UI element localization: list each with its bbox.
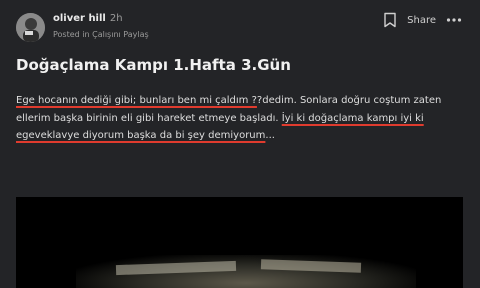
author-line: oliver hill 2h — [53, 13, 123, 24]
post-media-image[interactable] — [16, 197, 463, 288]
post-actions: Share — [383, 12, 462, 28]
body-underlined-1: Ege hocanın dediği gibi; bunları ben mi … — [16, 95, 257, 106]
author-name[interactable]: oliver hill — [53, 13, 106, 24]
body-ellipsis[interactable]: ... — [265, 130, 275, 141]
more-horizontal-icon[interactable] — [446, 17, 462, 23]
post-time: 2h — [109, 13, 123, 24]
avatar[interactable] — [16, 13, 45, 42]
bookmark-icon[interactable] — [383, 12, 397, 28]
post-title: Doğaçlama Kampı 1.Hafta 3.Gün — [16, 56, 291, 74]
post-body: Ege hocanın dediği gibi; bunları ben mi … — [16, 92, 468, 145]
posted-in[interactable]: Posted in Çalışını Paylaş — [53, 30, 149, 39]
share-button[interactable]: Share — [407, 15, 436, 26]
